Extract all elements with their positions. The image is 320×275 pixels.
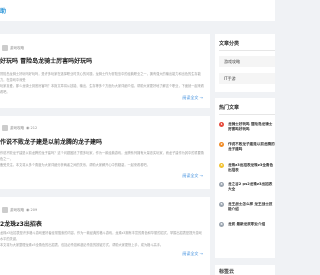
tag-cloud-title: 标签云 — [219, 269, 235, 275]
category-widget-title: 文章分类 — [219, 41, 240, 47]
view-count: 212 — [30, 126, 38, 130]
article-category[interactable]: 游戏攻略 — [10, 208, 24, 213]
article-category[interactable]: 游戏攻略 — [10, 46, 24, 51]
hot-article-title[interactable]: 龙王战士怎么样 龙王战士技能介绍 — [228, 202, 275, 212]
read-more-link[interactable]: 阅读全文 → — [182, 95, 203, 101]
article-card: 游戏攻略 ◉ 212 作说不败龙子建是以前龙腾的龙子建吗 作说不败龙子建是以前龙… — [0, 116, 210, 189]
excerpt-line: 本文将为大家整理龙珠z3全角色的出招表，包括必杀技和超必杀技的按键方式，帮助大家… — [0, 243, 164, 247]
article-title[interactable]: 作说不败龙子建是以前龙腾的龙子建吗 — [0, 137, 102, 146]
top-bar: 助 — [0, 0, 275, 21]
article-title[interactable]: 好玩吗 冒险岛龙骑士厉害吗好玩吗 — [0, 56, 92, 65]
rank-badge: 5 — [219, 202, 224, 207]
rank-badge: 2 — [219, 142, 224, 147]
rank-badge: 1 — [219, 122, 224, 127]
hot-article-item[interactable]: 4 龙之谷2 ps2龙珠z3出招表大全 — [219, 182, 275, 196]
hot-article-title[interactable]: 作说不败龙子建是以前龙腾的龙子建吗 — [228, 142, 275, 152]
excerpt-line: 备受关注。本文将从多个角度为大家详细分析两者之间的关系，帮助大家解开心中的疑惑，… — [0, 163, 150, 167]
article-excerpt: 作说不败龙子建是以前龙腾的龙子建吗？这个问题困扰了很多玩家，作为一款经典游戏，龙… — [0, 150, 205, 168]
eye-icon: ◉ — [26, 125, 30, 130]
view-count: 209 — [30, 208, 38, 212]
hot-article-item[interactable]: 6 龙武 最新龙武职业介绍 — [219, 222, 275, 236]
excerpt-line: 冒险岛龙骑士好玩吗好玩吗，是许多玩家在选择职业时关心的问题，龙骑士作为冒险岛中的… — [0, 72, 201, 82]
rank-badge: 4 — [219, 182, 224, 187]
article-excerpt: 冒险岛龙骑士好玩吗好玩吗，是许多玩家在选择职业时关心的问题，龙骑士作为冒险岛中的… — [0, 71, 205, 95]
hot-article-item[interactable]: 1 龙骑士好玩吗 冒险岛龙骑士厉害吗好玩吗 — [219, 122, 275, 136]
article-card: 游戏攻略 ◉ 209 2龙珠z3出招表 龙珠z3出招表是许多格斗游戏爱好者经常搜… — [0, 197, 210, 275]
tag-cloud-widget: 标签云 — [215, 265, 275, 275]
article-excerpt: 龙珠z3出招表是许多格斗游戏爱好者经常搜索的内容，作为一款经典的格斗游戏，龙珠z… — [0, 230, 205, 248]
excerpt-line: 玩家喜爱。那么龙骑士到底厉害吗？本篇文章将从技能、输出、生存等多个方面为大家详细… — [0, 84, 204, 94]
hot-articles-widget: 热门文章 1 龙骑士好玩吗 冒险岛龙骑士厉害吗好玩吗 2 作说不败龙子建是以前龙… — [215, 98, 275, 258]
hot-article-title[interactable]: 龙骑士好玩吗 冒险岛龙骑士厉害吗好玩吗 — [228, 122, 275, 132]
eye-icon: ◉ — [26, 207, 30, 212]
read-more-link[interactable]: 阅读全文 → — [182, 173, 203, 179]
article-meta: 游戏攻略 ◉ 212 — [2, 125, 37, 131]
hot-article-item[interactable]: 3 龙珠z3出招表龙珠z3全角色出招表 — [219, 163, 275, 177]
avatar-icon — [2, 125, 8, 131]
article-card: 游戏攻略 好玩吗 冒险岛龙骑士厉害吗好玩吗 冒险岛龙骑士好玩吗好玩吗，是许多玩家… — [0, 34, 210, 108]
article-category[interactable]: 游戏攻略 — [10, 126, 24, 131]
hot-article-title[interactable]: 龙珠z3出招表龙珠z3全角色出招表 — [228, 163, 275, 173]
site-logo[interactable]: 助 — [0, 6, 6, 15]
category-link[interactable]: IT手游 — [219, 73, 275, 84]
excerpt-line: 龙珠z3出招表是许多格斗游戏爱好者经常搜索的内容，作为一款经典的格斗游戏，龙珠z… — [0, 231, 202, 241]
rank-badge: 3 — [219, 163, 224, 168]
article-meta: 游戏攻略 — [2, 45, 26, 51]
hot-article-item[interactable]: 5 龙王战士怎么样 龙王战士技能介绍 — [219, 202, 275, 216]
rank-badge: 6 — [219, 222, 224, 227]
hot-article-title[interactable]: 龙武 最新龙武职业介绍 — [228, 222, 275, 227]
hot-article-item[interactable]: 2 作说不败龙子建是以前龙腾的龙子建吗 — [219, 142, 275, 156]
article-meta: 游戏攻略 ◉ 209 — [2, 207, 37, 213]
hot-articles-title: 热门文章 — [219, 105, 240, 111]
category-link[interactable]: 游戏攻略 — [219, 56, 275, 67]
avatar-icon — [2, 45, 8, 51]
category-widget: 文章分类 游戏攻略 IT手游 — [215, 34, 275, 92]
article-title[interactable]: 2龙珠z3出招表 — [0, 219, 42, 228]
avatar-icon — [2, 207, 8, 213]
hot-article-title[interactable]: 龙之谷2 ps2龙珠z3出招表大全 — [228, 182, 275, 192]
read-more-link[interactable]: 阅读全文 → — [182, 251, 203, 257]
divider — [219, 114, 275, 115]
divider — [219, 50, 275, 51]
excerpt-line: 作说不败龙子建是以前龙腾的龙子建吗？这个问题困扰了很多玩家，作为一款经典游戏，龙… — [0, 151, 204, 161]
